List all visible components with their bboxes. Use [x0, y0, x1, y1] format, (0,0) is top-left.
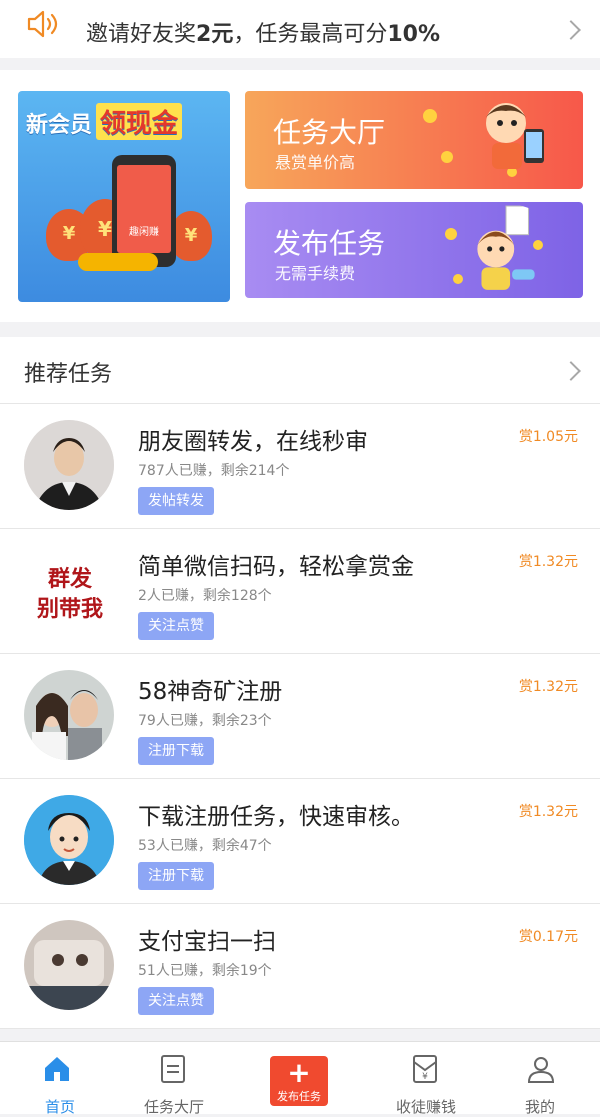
list-item[interactable]: 58神奇矿注册 79人已赚，剩余23个 注册下载 赏1.32元: [0, 654, 600, 779]
avatar: [24, 670, 114, 760]
task-title: 下载注册任务，快速审核。: [138, 804, 414, 830]
plus-icon: +: [287, 1056, 311, 1089]
task-title: 朋友圈转发，在线秒审: [138, 429, 368, 455]
svg-text:¥: ¥: [422, 1072, 428, 1082]
bottom-tab-bar: 首页 任务大厅 + 发布任务 ¥ 收徒赚钱 我的: [0, 1041, 600, 1116]
task-title: 支付宝扫一扫: [138, 929, 276, 955]
user-icon: [527, 1057, 555, 1083]
avatar-text: 群发 别带我: [36, 567, 103, 622]
publish-task-button[interactable]: + 发布任务: [270, 1056, 328, 1106]
list-item[interactable]: 朋友圈转发，在线秒审 787人已赚，剩余214个 发帖转发 赏1.05元: [0, 404, 600, 529]
task-title: 简单微信扫码，轻松拿赏金: [138, 554, 414, 580]
new-member-banner[interactable]: 新会员 领现金 ¥ ¥ ¥ 趣闲赚: [18, 91, 230, 302]
task-tag: 注册下载: [138, 862, 214, 890]
cartoon-girl-icon: [477, 205, 535, 290]
announcement-bar[interactable]: 邀请好友奖2元，任务最高可分10%: [0, 0, 600, 58]
avatar: [24, 795, 114, 885]
task-tag: 关注点赞: [138, 987, 214, 1015]
task-stats: 2人已赚，剩余128个: [138, 588, 272, 604]
recommended-tasks-header[interactable]: 推荐任务: [0, 337, 600, 404]
task-stats: 787人已赚，剩余214个: [138, 463, 290, 479]
publish-task-banner[interactable]: 发布任务 无需手续费: [245, 202, 583, 298]
tab-invite-earn[interactable]: ¥ 收徒赚钱: [366, 1042, 486, 1116]
red-envelope-icon: ¥: [413, 1055, 437, 1083]
chevron-right-icon: [561, 20, 581, 40]
avatar: [24, 420, 114, 510]
money-bag-icon: ¥: [170, 211, 212, 261]
publish-banner-title: 发布任务: [273, 227, 386, 260]
chevron-right-icon: [561, 361, 581, 381]
promo-banners: 新会员 领现金 ¥ ¥ ¥ 趣闲赚 任务大厅 悬赏单价高 发布任务 无需手续费: [0, 70, 600, 322]
task-reward: 赏1.05元: [518, 429, 578, 445]
task-list: 朋友圈转发，在线秒审 787人已赚，剩余214个 发帖转发 赏1.05元 群发别…: [0, 404, 600, 1029]
tab-publish-task[interactable]: + 发布任务: [240, 1042, 360, 1114]
new-member-title: 新会员 领现金: [26, 103, 183, 140]
tab-task-hall[interactable]: 任务大厅: [114, 1042, 234, 1116]
section-title: 推荐任务: [24, 362, 113, 387]
coins-illustration: [78, 253, 158, 271]
task-hall-subtitle: 悬赏单价高: [275, 153, 356, 172]
announcement-text: 邀请好友奖2元，任务最高可分10%: [86, 22, 441, 47]
phone-illustration: 趣闲赚: [112, 155, 176, 267]
task-reward: 赏0.17元: [518, 929, 578, 945]
list-item[interactable]: 支付宝扫一扫 51人已赚，剩余19个 关注点赞 赏0.17元: [0, 904, 600, 1029]
speaker-icon: [27, 10, 58, 38]
home-icon: [45, 1057, 69, 1081]
task-reward: 赏1.32元: [518, 679, 578, 695]
task-reward: 赏1.32元: [518, 804, 578, 820]
task-hall-title: 任务大厅: [273, 116, 386, 149]
list-icon: [161, 1055, 185, 1083]
tab-mine[interactable]: 我的: [480, 1042, 600, 1116]
task-hall-banner[interactable]: 任务大厅 悬赏单价高: [245, 91, 583, 189]
coin-icon: [441, 151, 453, 163]
coin-icon: [423, 109, 437, 123]
task-stats: 79人已赚，剩余23个: [138, 713, 272, 729]
list-item[interactable]: 群发 别带我 简单微信扫码，轻松拿赏金 2人已赚，剩余128个 关注点赞 赏1.3…: [0, 529, 600, 654]
cartoon-boy-icon: [486, 103, 544, 169]
task-tag: 发帖转发: [138, 487, 214, 515]
tab-home[interactable]: 首页: [0, 1042, 120, 1116]
task-stats: 53人已赚，剩余47个: [138, 838, 272, 854]
publish-banner-subtitle: 无需手续费: [275, 264, 356, 283]
list-item[interactable]: 下载注册任务，快速审核。 53人已赚，剩余47个 注册下载 赏1.32元: [0, 779, 600, 904]
task-stats: 51人已赚，剩余19个: [138, 963, 272, 979]
avatar: 群发 别带我: [24, 545, 114, 635]
task-tag: 注册下载: [138, 737, 214, 765]
avatar: [24, 920, 114, 1010]
task-reward: 赏1.32元: [518, 554, 578, 570]
task-tag: 关注点赞: [138, 612, 214, 640]
task-title: 58神奇矿注册: [138, 679, 283, 705]
